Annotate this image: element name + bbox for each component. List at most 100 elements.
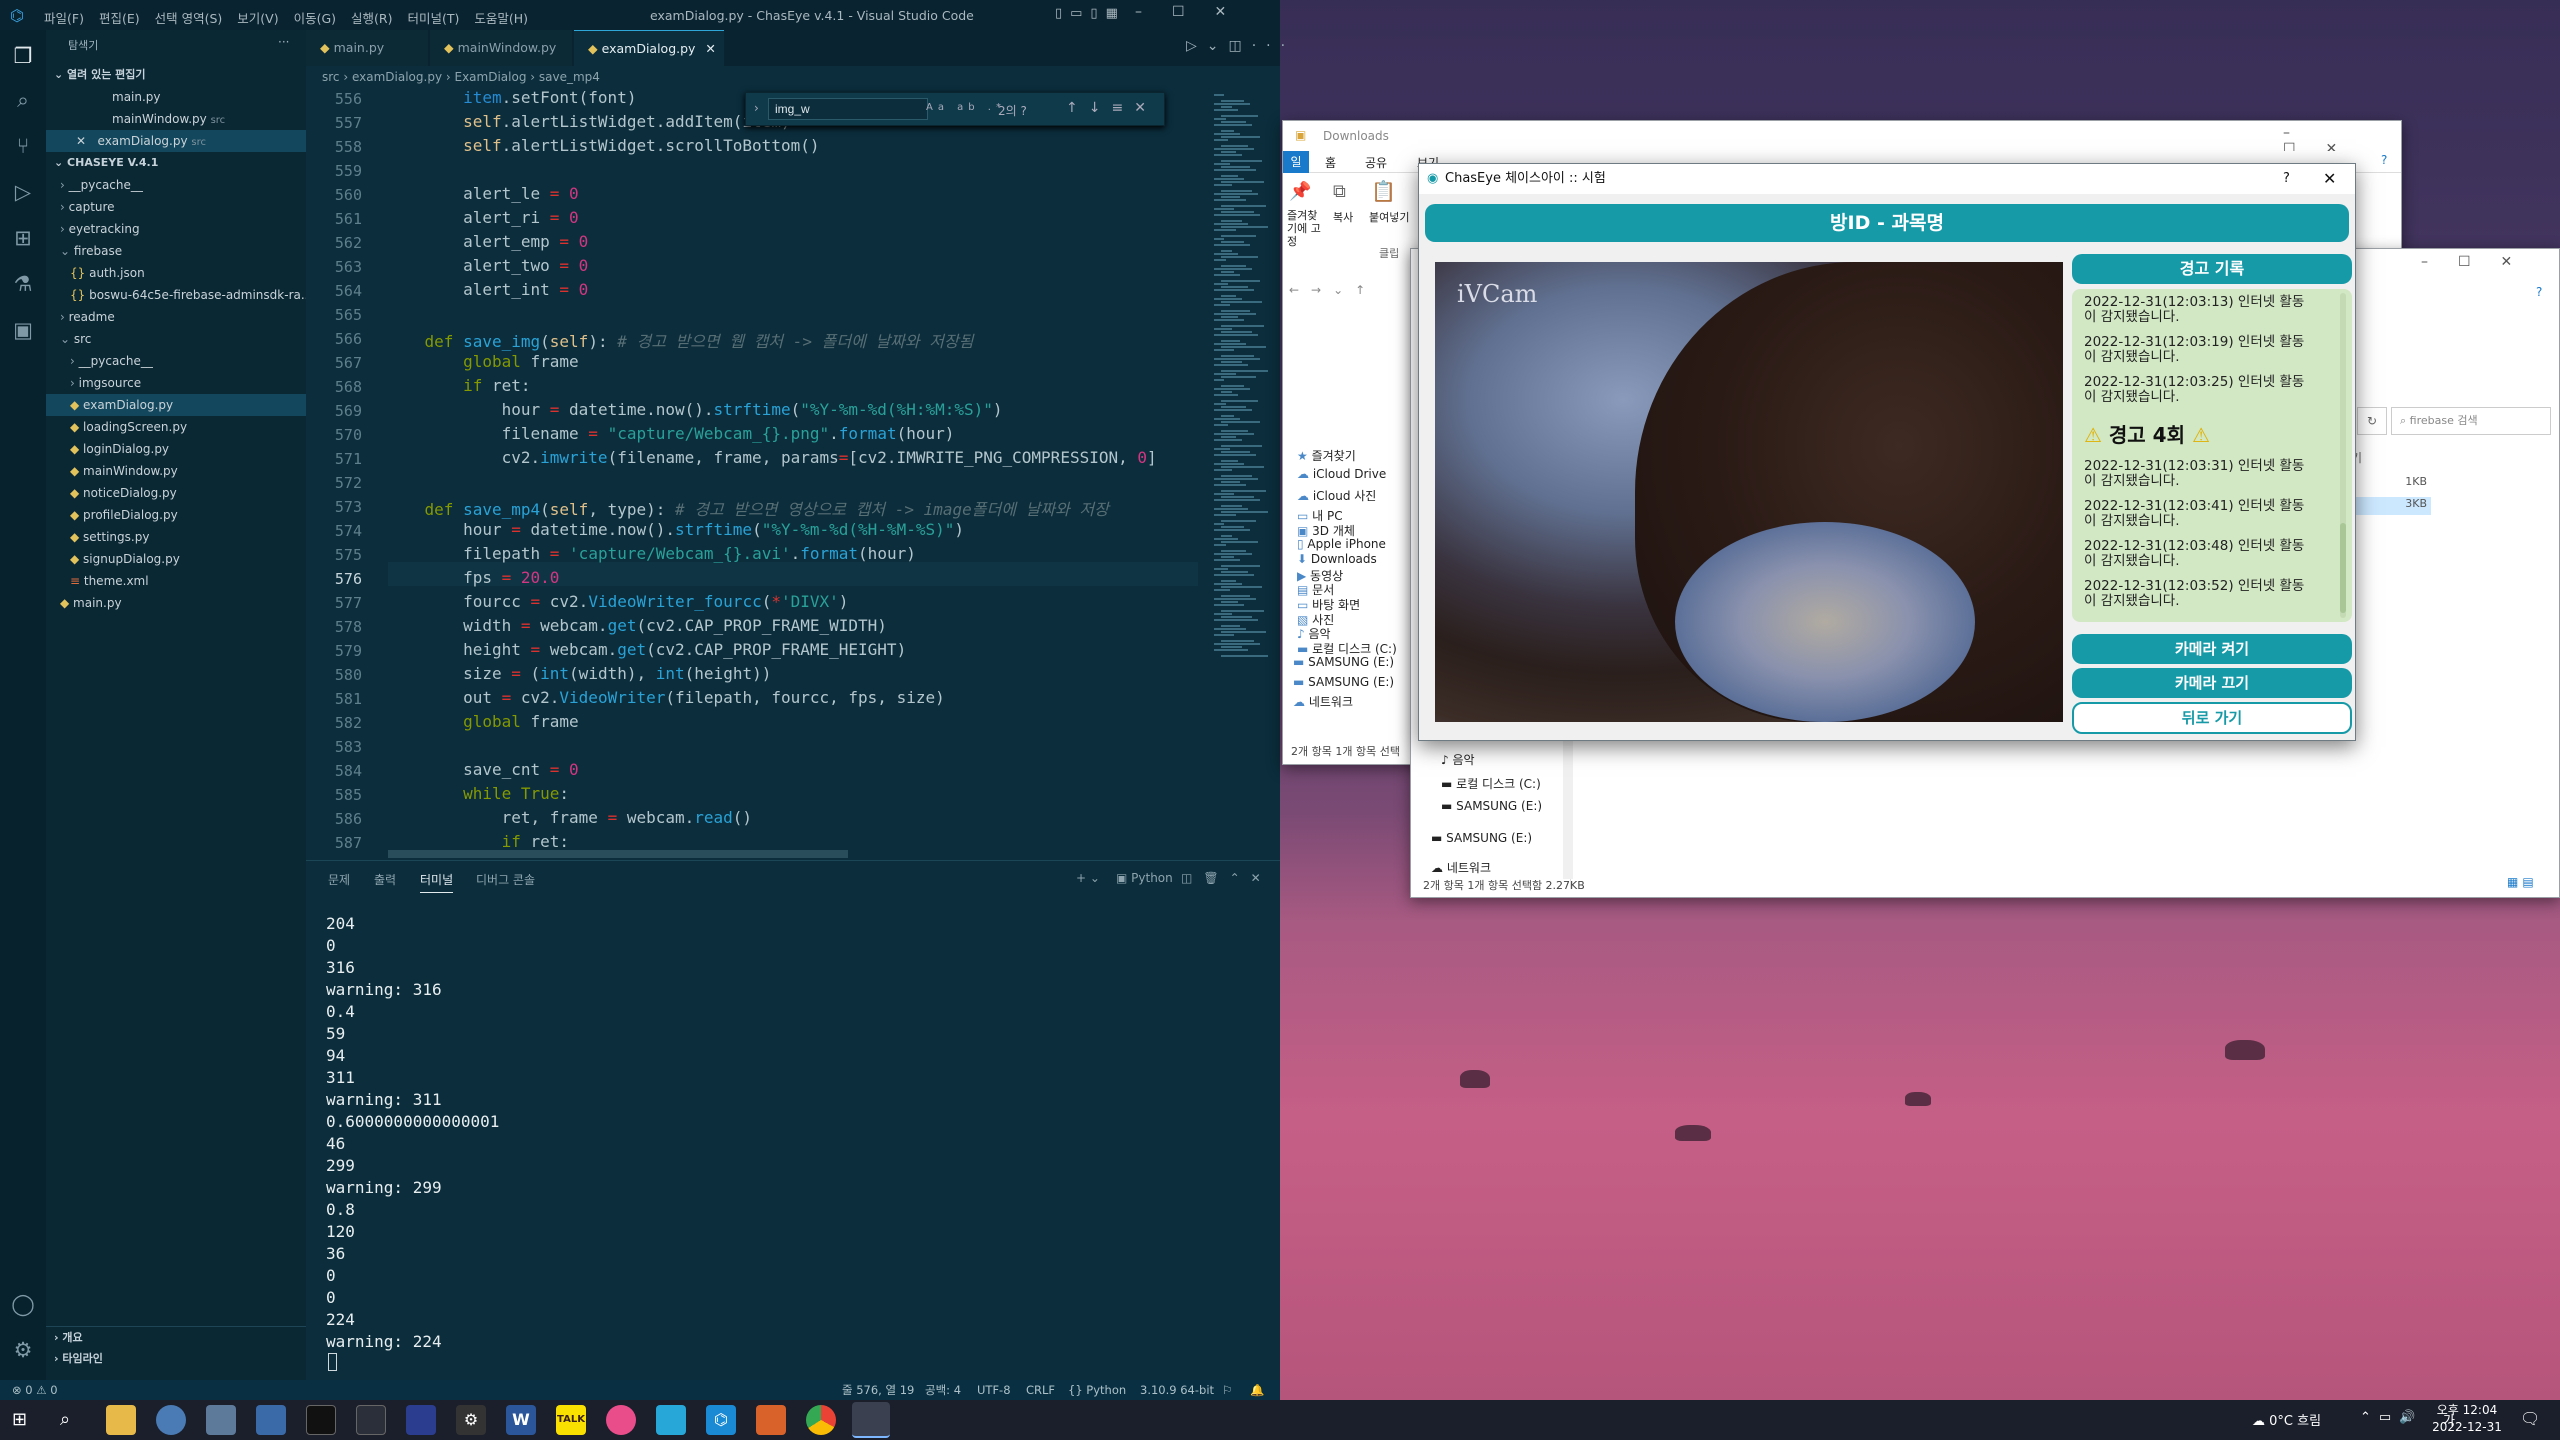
refresh-icon[interactable]: ↻ xyxy=(2357,407,2387,435)
help-icon[interactable]: ? xyxy=(2381,153,2387,167)
tab-mainwindow[interactable]: ◆ mainWindow.py xyxy=(430,30,572,66)
help-icon[interactable]: ? xyxy=(2536,285,2542,299)
powershell-icon[interactable] xyxy=(406,1405,436,1435)
window-controls[interactable]: –☐✕ xyxy=(1135,4,1256,20)
run-debug-icon[interactable]: ▷ xyxy=(9,178,37,206)
file-tree-item[interactable]: ◆ loadingScreen.py xyxy=(46,416,306,438)
nav-scrollbar[interactable] xyxy=(1563,729,1573,879)
close-icon[interactable]: ✕ xyxy=(705,41,715,56)
tab-share[interactable]: 공유 xyxy=(1365,154,1387,171)
help-icon[interactable]: ? xyxy=(2283,164,2290,194)
chrome-icon[interactable] xyxy=(806,1405,836,1435)
nav-music[interactable]: ♪ 음악 xyxy=(1441,751,1475,768)
menu-view[interactable]: 보기(V) xyxy=(237,8,278,27)
tab-main[interactable]: ◆ main.py xyxy=(306,30,428,66)
menu-run[interactable]: 실행(R) xyxy=(351,8,392,27)
nav-item[interactable]: ▬ SAMSUNG (E:) xyxy=(1293,655,1394,669)
project-header[interactable]: ⌄ CHASEYE V.4.1 xyxy=(46,152,306,174)
breadcrumb-item[interactable]: src xyxy=(322,70,340,84)
menu-terminal[interactable]: 터미널(T) xyxy=(408,8,460,27)
file-tree-item[interactable]: ◆ profileDialog.py xyxy=(46,504,306,526)
calculator-icon[interactable] xyxy=(206,1405,236,1435)
app-icon[interactable] xyxy=(756,1405,786,1435)
paste-button[interactable]: 붙여넣기 xyxy=(1369,209,1409,225)
file-tree-item[interactable]: {} auth.json xyxy=(46,262,306,284)
find-options[interactable]: Aa ab .* xyxy=(926,102,1006,113)
camera-on-button[interactable]: 카메라 켜기 xyxy=(2072,634,2352,664)
file-tree-item[interactable]: ⌄ firebase xyxy=(46,240,306,262)
python-app-icon[interactable] xyxy=(852,1402,890,1438)
menu-go[interactable]: 이동(G) xyxy=(294,8,336,27)
tab-examdialog[interactable]: ◆ examDialog.py ✕ xyxy=(574,30,724,66)
tab-output[interactable]: 출력 xyxy=(374,871,396,888)
file-tree-item[interactable]: ◆ examDialog.py xyxy=(46,394,306,416)
tab-file[interactable]: 일 xyxy=(1283,151,1309,173)
breadcrumb-item[interactable]: ExamDialog xyxy=(454,70,526,84)
alert-log-list[interactable]: 2022-12-31(12:03:13) 인터넷 활동이 감지됐습니다. 202… xyxy=(2072,289,2352,622)
file-tree-item[interactable]: ◆ main.py xyxy=(46,592,306,614)
layout-toggle-icons[interactable]: ▯▭▯▦ xyxy=(1055,6,1126,21)
file-tree-item[interactable]: ◆ loginDialog.py xyxy=(46,438,306,460)
file-tree-item[interactable]: ◆ mainWindow.py xyxy=(46,460,306,482)
weather-widget[interactable]: ☁ 0°C 흐림 xyxy=(2252,1410,2321,1429)
itunes-icon[interactable] xyxy=(606,1405,636,1435)
add-terminal-icon[interactable]: + ⌄ xyxy=(1076,871,1100,885)
file-tree-item[interactable]: ◆ signupDialog.py xyxy=(46,548,306,570)
nav-item[interactable]: ▬ SAMSUNG (E:) xyxy=(1293,675,1394,689)
menu-selection[interactable]: 선택 영역(S) xyxy=(155,8,223,27)
status-eol[interactable]: CRLF xyxy=(1026,1380,1055,1400)
windows-start-icon[interactable]: ⊞ xyxy=(12,1409,27,1430)
open-editor-main[interactable]: main.py xyxy=(46,86,306,108)
search-box[interactable]: ⌕ firebase 검색 xyxy=(2391,407,2551,435)
word-icon[interactable]: W xyxy=(506,1405,536,1435)
terminal-output[interactable]: 204 0 316 warning: 316 0.4 59 94 311 warning: 31… xyxy=(326,913,499,1353)
open-editors-header[interactable]: ⌄ 열려 있는 편집기 xyxy=(46,64,306,86)
search-icon[interactable]: ⌕ xyxy=(60,1409,70,1430)
source-control-icon[interactable]: ⑂ xyxy=(9,132,37,160)
terminal-icon[interactable] xyxy=(306,1405,336,1435)
nav-item[interactable]: ☁ 네트워크 xyxy=(1293,693,1353,710)
nav-item[interactable]: ⬇ Downloads xyxy=(1297,552,1377,566)
nav-item[interactable]: ☁ iCloud 사진 xyxy=(1297,487,1376,504)
extensions-icon[interactable]: ⊞ xyxy=(9,224,37,252)
nav-local-disk[interactable]: ▬ 로컬 디스크 (C:) xyxy=(1441,775,1541,792)
panel-actions[interactable]: ◫🗑⌃✕ xyxy=(1181,871,1272,885)
settings-gear-icon[interactable]: ⚙ xyxy=(456,1405,486,1435)
breadcrumb-item[interactable]: save_mp4 xyxy=(539,70,600,84)
file-explorer-icon[interactable] xyxy=(106,1405,136,1435)
app-icon[interactable] xyxy=(256,1405,286,1435)
settings-gear-icon[interactable]: ⚙ xyxy=(9,1336,37,1364)
system-tray-icons[interactable]: ⌃▭🔊 xyxy=(2360,1410,2423,1425)
status-encoding[interactable]: UTF-8 xyxy=(977,1380,1011,1400)
tab-home[interactable]: 홈 xyxy=(1325,154,1336,171)
close-icon[interactable]: ✕ xyxy=(76,134,86,148)
minimap[interactable] xyxy=(1210,88,1280,858)
app-icon[interactable] xyxy=(356,1405,386,1435)
file-tree-item[interactable]: {} boswu-64c5e-firebase-adminsdk-ra... xyxy=(46,284,312,306)
notification-center-icon[interactable]: 🗨 xyxy=(2520,1409,2540,1428)
tab-terminal[interactable]: 터미널 xyxy=(420,871,454,893)
file-tree-item[interactable]: › eyetracking xyxy=(46,218,306,240)
open-editor-examdialog[interactable]: ✕ examDialog.py src xyxy=(46,130,306,152)
file-tree-item[interactable]: › capture xyxy=(46,196,306,218)
status-problems[interactable]: ⊗ 0 ⚠ 0 xyxy=(12,1380,58,1400)
more-actions-icon[interactable]: ··· xyxy=(278,35,289,49)
testing-icon[interactable]: ⚗ xyxy=(9,270,37,298)
file-tree-item[interactable]: ◆ settings.py xyxy=(46,526,306,548)
file-tree-item[interactable]: › readme xyxy=(46,306,306,328)
copy-button[interactable]: 복사 xyxy=(1333,209,1353,225)
scrollbar-thumb[interactable] xyxy=(2340,523,2346,613)
close-icon[interactable]: ✕ xyxy=(2323,164,2336,194)
open-editor-mainwindow[interactable]: mainWindow.py src xyxy=(46,108,306,130)
nav-item[interactable]: ☁ iCloud Drive xyxy=(1297,467,1386,481)
find-nav[interactable]: ↑↓≡✕ xyxy=(1066,100,1157,116)
window-controls[interactable]: –☐✕ xyxy=(2421,254,2542,270)
file-tree-item[interactable]: ≡ theme.xml xyxy=(46,570,306,592)
clock[interactable]: 오후 12:04 2022-12-31 xyxy=(2432,1402,2502,1436)
editor-actions[interactable]: ▷⌄◫··· xyxy=(1186,38,1295,54)
search-icon[interactable]: ⌕ xyxy=(9,86,37,114)
file-tree-item[interactable]: › __pycache__ xyxy=(46,174,306,196)
tab-problems[interactable]: 문제 xyxy=(328,871,350,888)
feedback-icon[interactable]: ⚐ xyxy=(1222,1380,1232,1400)
nav-samsung[interactable]: ▬ SAMSUNG (E:) xyxy=(1441,799,1542,813)
